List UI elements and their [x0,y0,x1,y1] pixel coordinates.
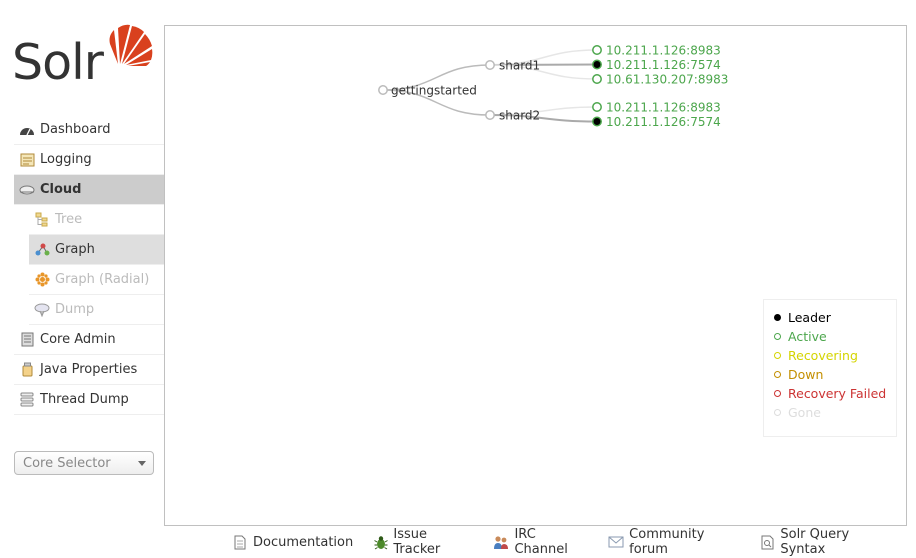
footer-link-label: Solr Query Syntax [780,527,850,557]
footer-solr-query-syntax-link[interactable]: Solr Query Syntax [760,527,892,557]
replica-node[interactable] [592,74,602,84]
sidebar-item-label: Tree [55,212,83,227]
circle-icon [774,352,781,359]
people-icon [493,534,509,550]
replica-address[interactable]: 10.61.130.207:8983 [606,72,728,86]
document-icon [232,534,248,550]
sidebar-item-label: Dashboard [40,122,111,137]
replica-node[interactable] [592,102,602,112]
dump-icon [33,302,51,318]
cloud-icon [18,182,36,198]
sidebar-item-label: Logging [40,152,92,167]
circle-icon [774,371,781,378]
legend-label: Gone [788,405,821,420]
replica-address[interactable]: 10.211.1.126:8983 [606,43,721,57]
chevron-down-icon [138,461,146,466]
circle-icon [774,333,781,340]
replica-address[interactable]: 10.211.1.126:8983 [606,100,721,114]
sidebar-item-java-properties[interactable]: Java Properties [14,355,164,385]
replica-address[interactable]: 10.211.1.126:7574 [606,115,721,129]
tree-icon [33,212,51,228]
legend-item-gone: Gone [774,403,896,422]
footer-link-label: Issue Tracker [393,527,441,557]
core-selector-label: Core Selector [23,455,111,471]
sun-icon [109,24,153,66]
thread-dump-icon [18,392,36,408]
sidebar-item-label: Java Properties [40,362,138,377]
shard-node[interactable] [485,60,495,70]
graph-legend: Leader Active Recovering Down Recovery Faile… [763,299,897,437]
legend-label: Recovering [788,348,858,363]
collection-node[interactable] [378,85,388,95]
sidebar-item-cloud[interactable]: Cloud [14,175,164,205]
sidebar-item-label: Thread Dump [40,392,129,407]
radial-graph-icon [33,272,51,288]
replica-node[interactable] [592,59,602,70]
core-selector-dropdown[interactable]: Core Selector [14,451,154,475]
sidebar-item-label: Dump [55,302,95,317]
legend-item-active: Active [774,327,896,346]
cloud-graph-panel: 10.211.1.126:8983 10.211.1.126:7574 10.61.… [164,25,907,526]
legend-label: Active [788,329,827,344]
footer-link-label: IRC Channel [514,527,568,557]
footer-documentation-link[interactable]: Documentation [232,534,353,550]
replica-node[interactable] [592,45,602,55]
java-icon [18,362,36,378]
footer-link-label: Documentation [253,534,354,550]
graph-icon [33,242,51,258]
legend-item-down: Down [774,365,896,384]
sidebar-item-thread-dump[interactable]: Thread Dump [14,385,164,415]
query-icon [760,534,775,550]
collection-label[interactable]: gettingstarted [391,83,477,97]
sidebar-item-dashboard[interactable]: Dashboard [14,115,164,145]
footer-links: Documentation Issue Tracker IRC Channel … [232,527,912,557]
legend-item-recovering: Recovering [774,346,896,365]
sidebar-item-label: Cloud [40,182,82,197]
core-admin-icon [18,332,36,348]
replica-address[interactable]: 10.211.1.126:7574 [606,58,721,72]
sidebar-nav: Dashboard Logging Cloud Tree Graph Graph… [14,115,164,415]
legend-label: Down [788,367,824,382]
circle-icon [774,390,781,397]
footer-community-forum-link[interactable]: Community forum [608,527,740,557]
footer-link-label: Community forum [629,527,705,557]
sidebar-item-tree[interactable]: Tree [29,205,164,235]
replica-node[interactable] [592,116,602,127]
shard-label[interactable]: shard1 [499,58,540,72]
circle-icon [774,409,781,416]
sidebar-item-dump[interactable]: Dump [29,295,164,325]
sidebar-item-graph[interactable]: Graph [29,235,164,265]
footer-issue-tracker-link[interactable]: Issue Tracker [373,527,473,557]
legend-label: Leader [788,310,831,325]
cloud-submenu: Tree Graph Graph (Radial) Dump [29,205,164,325]
filled-circle-icon [774,314,781,321]
legend-item-leader: Leader [774,308,896,327]
mail-icon [608,534,624,550]
sidebar-item-label: Graph (Radial) [55,272,150,287]
shard-label[interactable]: shard2 [499,108,540,122]
footer-irc-channel-link[interactable]: IRC Channel [493,527,588,557]
sidebar-item-core-admin[interactable]: Core Admin [14,325,164,355]
logging-icon [18,152,36,168]
bug-icon [373,534,388,550]
sidebar-item-label: Core Admin [40,332,116,347]
legend-item-recovery-failed: Recovery Failed [774,384,896,403]
sidebar-item-label: Graph [55,242,95,257]
logo-text: Solr [12,34,104,91]
cloud-graph: 10.211.1.126:898310.211.1.126:757410.61.… [378,43,728,129]
shard-node[interactable] [485,110,495,120]
solr-logo[interactable]: Solr [12,22,153,94]
legend-label: Recovery Failed [788,386,887,401]
sidebar-item-graph-radial[interactable]: Graph (Radial) [29,265,164,295]
dashboard-icon [18,122,36,138]
sidebar-item-logging[interactable]: Logging [14,145,164,175]
